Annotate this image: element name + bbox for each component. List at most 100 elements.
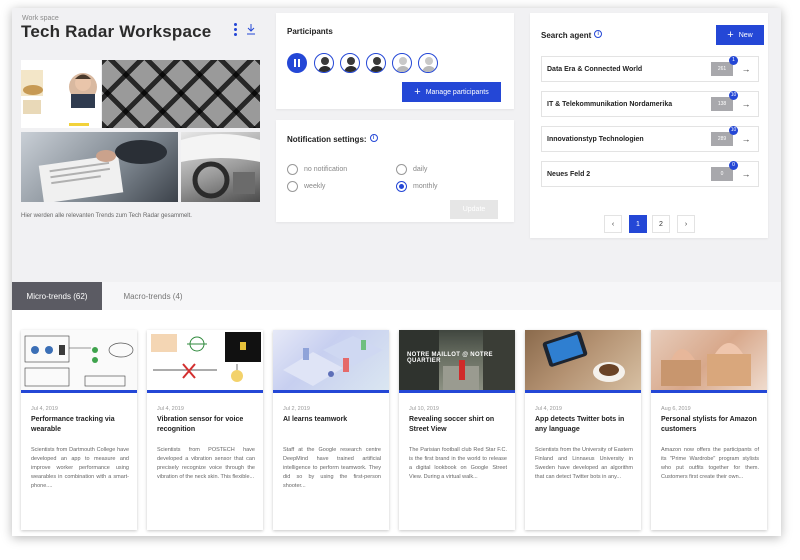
search-agent-panel: Search agent i + New Data Era & Connected… [530, 13, 768, 238]
trend-cards-area: Jul 4, 2019 Performance tracking via wea… [12, 310, 781, 536]
radio-label: monthly [413, 183, 438, 190]
info-icon[interactable]: i [369, 134, 378, 142]
pagination-page-2[interactable]: 2 [652, 215, 670, 233]
trend-card[interactable]: Jul 4, 2019 Performance tracking via wea… [21, 330, 137, 530]
radio-circle [396, 164, 407, 175]
trend-card-image [21, 330, 137, 393]
arrow-right-icon[interactable]: → [740, 169, 752, 179]
notification-panel: Notification settings: i no notification … [276, 120, 514, 222]
search-agent-title-text: Search agent [541, 31, 592, 40]
trend-card[interactable]: Jul 4, 2019 Vibration sensor for voice r… [147, 330, 263, 530]
workspace-label: Work space [22, 15, 59, 22]
radio-daily[interactable]: daily [396, 164, 427, 175]
count-value: 0 [720, 171, 724, 177]
new-results-badge: 10 [729, 126, 738, 135]
more-vertical-icon[interactable] [230, 22, 240, 36]
tab-macro-trends[interactable]: Macro-trends (4) [108, 282, 198, 310]
manage-participants-button[interactable]: + Manage participants [402, 82, 501, 102]
image-caption: NOTRE MAILLOT @ NOTRE QUARTIER [407, 352, 493, 364]
trend-card-date: Jul 10, 2019 [409, 406, 439, 412]
trend-card-title: App detects Twitter bots in any language [535, 416, 625, 433]
trend-tabs: Micro-trends (62) Macro-trends (4) [12, 282, 781, 310]
trend-card-image [525, 330, 641, 393]
radio-no-notification[interactable]: no notification [287, 164, 347, 175]
tab-micro-trends[interactable]: Micro-trends (62) [12, 282, 102, 310]
count-value: 138 [717, 101, 727, 107]
pagination-prev-button[interactable]: ‹ [604, 215, 622, 233]
avatar[interactable] [392, 53, 412, 73]
count-value: 289 [717, 136, 727, 142]
trend-card-image [651, 330, 767, 393]
notification-title: Notification settings: i [287, 134, 378, 144]
trend-card-title: Revealing soccer shirt on Street View [409, 416, 495, 433]
pagination-next-button[interactable]: › [677, 215, 695, 233]
radio-weekly[interactable]: weekly [287, 181, 325, 192]
search-agent-item[interactable]: Innovationstyp Technologien 289 10 → [541, 126, 759, 152]
new-results-badge: 1 [729, 56, 738, 65]
workspace-image-tile [102, 60, 260, 128]
trend-card-body: The Parisian football club Red Star F.C.… [409, 447, 507, 480]
search-agent-item[interactable]: IT & Telekommunikation Nordamerika 138 1… [541, 91, 759, 117]
participants-title: Participants [287, 27, 333, 36]
radio-label: daily [413, 166, 428, 173]
workspace-image-tile [21, 132, 178, 202]
arrow-right-icon[interactable]: → [740, 99, 752, 109]
new-button-label: New [738, 31, 753, 39]
trend-card-date: Jul 4, 2019 [31, 406, 58, 412]
workspace-image-tile [21, 60, 101, 128]
trend-card[interactable]: NOTRE MAILLOT @ NOTRE QUARTIER Jul 10, 2… [399, 330, 515, 530]
avatar[interactable] [418, 53, 438, 73]
trend-card-image: NOTRE MAILLOT @ NOTRE QUARTIER [399, 330, 515, 393]
radio-circle [287, 181, 298, 192]
download-icon[interactable] [246, 22, 256, 35]
trend-card-title: Vibration sensor for voice recognition [157, 416, 244, 433]
radio-label: no notification [304, 166, 348, 173]
manage-participants-label: Manage participants [425, 88, 489, 96]
arrow-right-icon[interactable]: → [740, 134, 752, 144]
notification-title-text: Notification settings: [287, 135, 367, 144]
trend-card[interactable]: Jul 4, 2019 App detects Twitter bots in … [525, 330, 641, 530]
pagination-page-1[interactable]: 1 [629, 215, 647, 233]
trend-card-date: Aug 6, 2019 [661, 406, 691, 412]
trend-card-date: Jul 4, 2019 [535, 406, 562, 412]
search-agent-count: 289 10 [711, 126, 738, 146]
trend-card-body: Scientists from Dartmouth College have d… [31, 447, 129, 489]
radio-label: weekly [304, 183, 326, 190]
plus-icon: + [727, 29, 734, 41]
new-results-badge: 10 [729, 91, 738, 100]
radio-monthly[interactable]: monthly [396, 181, 438, 192]
arrow-right-icon[interactable]: → [740, 64, 752, 74]
avatar[interactable] [340, 53, 360, 73]
search-agent-name: IT & Telekommunikation Nordamerika [547, 100, 673, 108]
page-title: Tech Radar Workspace [21, 22, 212, 41]
new-search-agent-button[interactable]: + New [716, 25, 764, 45]
search-agent-title: Search agent i [541, 30, 603, 40]
trend-card-title: Performance tracking via wearable [31, 416, 115, 433]
search-agent-item[interactable]: Data Era & Connected World 261 1 → [541, 56, 759, 82]
search-agent-count: 0 0 [711, 161, 738, 181]
search-agent-count: 138 10 [711, 91, 738, 111]
trend-card-body: Staff at the Google research centre Deep… [283, 447, 381, 489]
search-agent-item[interactable]: Neues Feld 2 0 0 → [541, 161, 759, 187]
avatar[interactable] [366, 53, 386, 73]
workspace-image-tile [181, 132, 260, 202]
pause-icon[interactable] [287, 53, 307, 73]
trend-card-image [147, 330, 263, 393]
trend-card-title: Personal stylists for Amazon customers [661, 416, 757, 433]
trend-card-date: Jul 2, 2019 [283, 406, 310, 412]
trend-card-body: Scientists from the University of Easter… [535, 447, 633, 480]
avatar[interactable] [314, 53, 334, 73]
radio-circle-selected [396, 181, 407, 192]
trend-card-date: Jul 4, 2019 [157, 406, 184, 412]
trend-card[interactable]: Jul 2, 2019 AI learns teamwork Staff at … [273, 330, 389, 530]
trend-card-body: Scientists from POSTECH have developed a… [157, 447, 255, 480]
search-agent-name: Neues Feld 2 [547, 170, 591, 178]
participants-panel: Participants + Manage participants [276, 13, 514, 109]
trend-card[interactable]: Aug 6, 2019 Personal stylists for Amazon… [651, 330, 767, 530]
info-icon[interactable]: i [594, 30, 603, 38]
update-button[interactable]: Update [450, 200, 498, 219]
search-agent-name: Data Era & Connected World [547, 65, 643, 73]
count-value: 261 [717, 66, 727, 72]
new-results-badge: 0 [729, 161, 738, 170]
radio-circle [287, 164, 298, 175]
